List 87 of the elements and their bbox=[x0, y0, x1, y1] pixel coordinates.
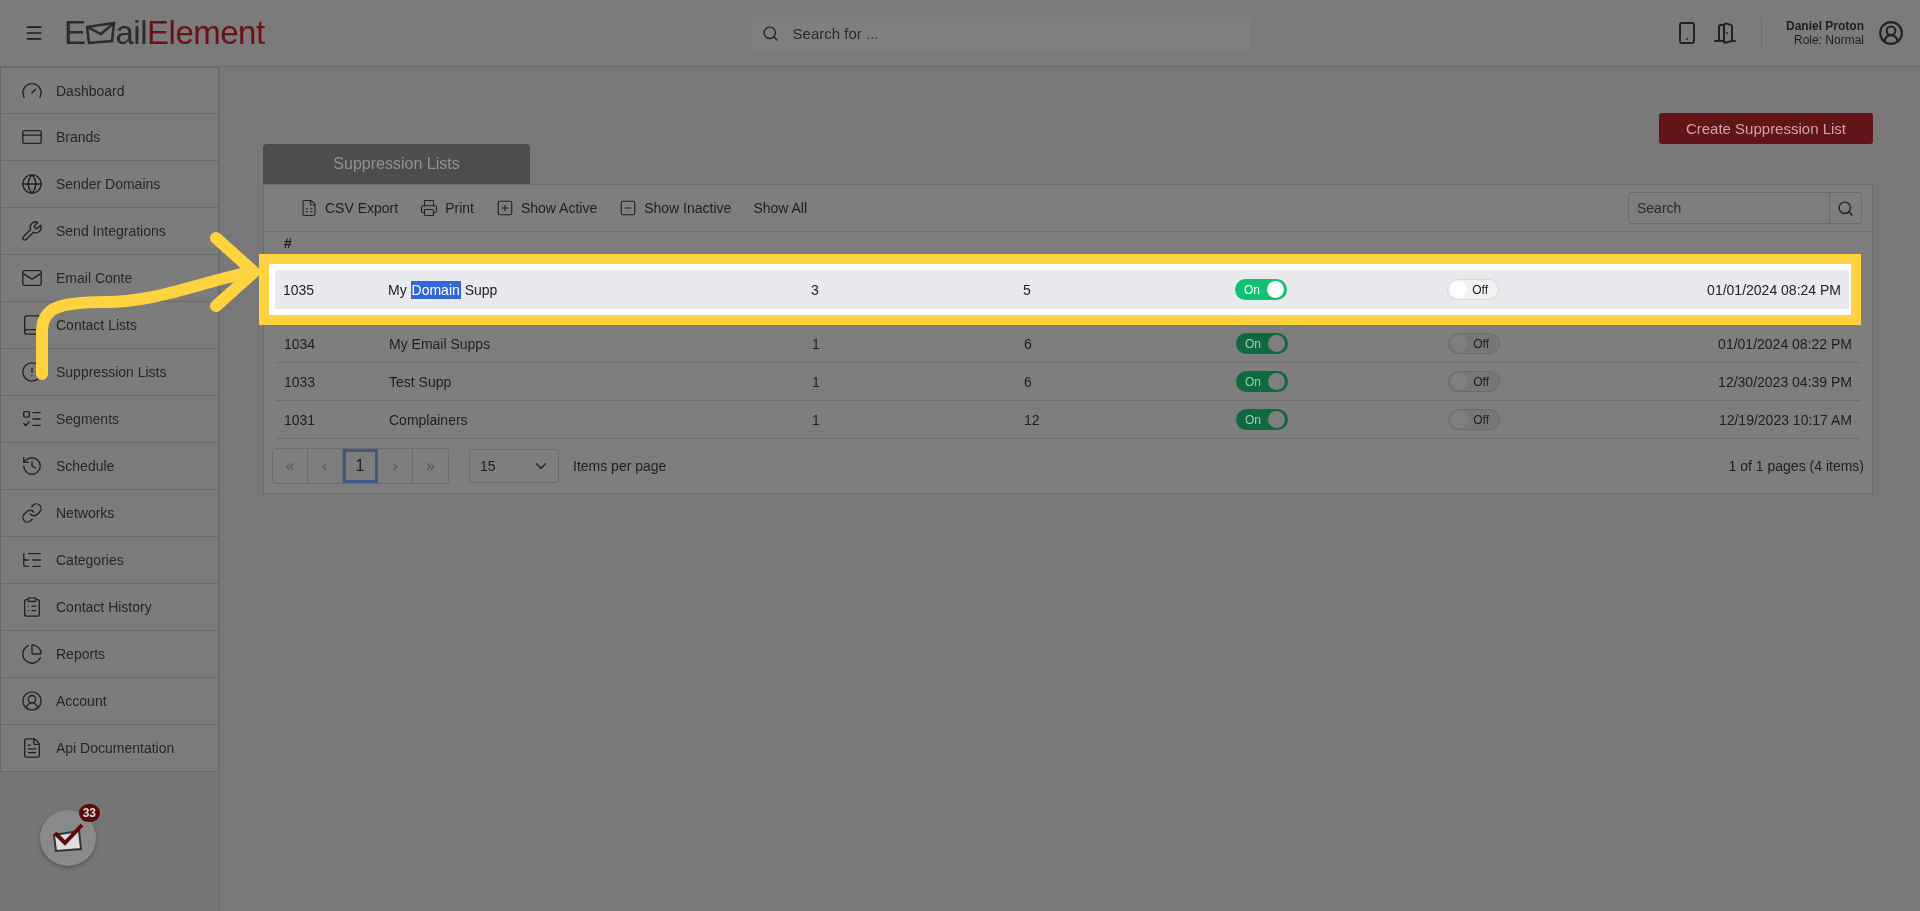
table-cell-text: Test Supp bbox=[389, 373, 453, 390]
column-header: # bbox=[284, 235, 293, 251]
user-role: Role: Normal bbox=[1793, 33, 1864, 47]
menu-icon[interactable] bbox=[24, 23, 44, 43]
sidebar-item[interactable]: Sender Domains bbox=[0, 161, 219, 208]
sidebar-item[interactable]: Api Documentation bbox=[0, 725, 219, 772]
logo: E ailElement bbox=[64, 14, 265, 52]
envelope-check-icon bbox=[51, 823, 85, 853]
sidebar-item[interactable]: Dashboard bbox=[0, 67, 219, 114]
sidebar-item[interactable]: Segments bbox=[0, 396, 219, 443]
spreadsheet-icon bbox=[300, 199, 318, 217]
sidebar-item[interactable]: Schedule bbox=[0, 443, 219, 490]
book-icon bbox=[21, 314, 43, 336]
table-row[interactable]: 1033 Test Supp 1 6 On Off 12/30/2023 04:39 PM bbox=[276, 363, 1860, 401]
table-cell-text: 6 bbox=[1024, 335, 1033, 352]
toggle-switch[interactable]: On bbox=[1235, 279, 1287, 300]
toggle-switch[interactable]: Off bbox=[1448, 333, 1500, 354]
envelope-icon bbox=[21, 267, 43, 289]
table-cell: 12/19/2023 10:17 AM bbox=[1718, 411, 1852, 428]
table-cell-text: 3 bbox=[811, 281, 820, 298]
user-name: Daniel Proton bbox=[1786, 19, 1864, 33]
clock-icon bbox=[21, 455, 43, 477]
table-cell-text: 1031 bbox=[284, 411, 317, 428]
user-circle-icon bbox=[21, 690, 43, 712]
search-icon bbox=[1837, 199, 1854, 217]
toggle-switch[interactable]: Off bbox=[1448, 371, 1500, 392]
plus-square-icon bbox=[495, 199, 514, 217]
mail-floating-button[interactable] bbox=[40, 810, 96, 866]
avatar-icon[interactable] bbox=[1878, 20, 1904, 46]
notification-badge: 33 bbox=[78, 804, 100, 822]
create-list-button[interactable]: Create Suppression List bbox=[1658, 113, 1873, 144]
sidebar-item[interactable]: Brands bbox=[0, 114, 219, 161]
toggle-switch[interactable]: Off bbox=[1448, 409, 1500, 430]
sidebar-item[interactable]: Account bbox=[0, 678, 219, 725]
exit-door-icon[interactable] bbox=[1713, 21, 1737, 45]
table-cell-text: My Email Supps bbox=[389, 335, 492, 352]
toggle-switch[interactable]: On bbox=[1236, 371, 1288, 392]
toolbar-button[interactable]: Show Active bbox=[495, 199, 598, 217]
toolbar-button[interactable]: Show Inactive bbox=[619, 199, 732, 217]
table-cell: 01/01/2024 08:22 PM bbox=[1718, 335, 1852, 352]
wrench-icon bbox=[21, 220, 43, 242]
table-cell-text: 5 bbox=[1023, 281, 1032, 298]
toggle-switch[interactable]: On bbox=[1236, 333, 1288, 354]
table-cell-text: 1035 bbox=[283, 281, 316, 298]
table-cell-text: 1034 bbox=[284, 335, 317, 352]
table-row[interactable]: 1035 My Domain Supp 3 5 On Off 01/01/2024 08:24 PM bbox=[275, 270, 1849, 309]
table-cell-text: 1 bbox=[812, 411, 821, 428]
minus-square-icon bbox=[619, 199, 638, 217]
table-cell-text: 1 bbox=[812, 335, 821, 352]
link-icon bbox=[21, 502, 43, 524]
sidebar-item[interactable]: Networks bbox=[0, 490, 219, 537]
sidebar-item[interactable]: Suppression Lists bbox=[0, 349, 219, 396]
pagination-button[interactable]: 1 bbox=[343, 449, 378, 483]
table-row[interactable]: 1034 My Email Supps 1 6 On Off 01/01/2024 08:22 PM bbox=[276, 325, 1860, 363]
table-cell-text: 1033 bbox=[284, 373, 317, 390]
pie-chart-icon bbox=[21, 643, 43, 665]
table-row[interactable]: 1031 Complainers 1 12 On Off 12/19/2023 10:17 AM bbox=[276, 401, 1860, 439]
table-cell-text: 12 bbox=[1024, 411, 1041, 428]
envelope-icon bbox=[85, 21, 116, 45]
table-cell-text: 1 bbox=[812, 373, 821, 390]
page-size-label: Items per page bbox=[573, 458, 667, 474]
sidebar-item[interactable]: Categories bbox=[0, 537, 219, 584]
tab[interactable]: Suppression Lists bbox=[263, 144, 530, 184]
search-input[interactable]: Search for ... bbox=[790, 23, 1240, 43]
toggle-switch[interactable]: On bbox=[1236, 409, 1288, 430]
table-search-bar[interactable]: Search bbox=[1628, 192, 1862, 224]
table-search-input[interactable]: Search bbox=[1629, 193, 1829, 223]
sidebar-item[interactable]: Send Integrations bbox=[0, 208, 219, 255]
pagination-summary: 1 of 1 pages (4 items) bbox=[1728, 458, 1864, 474]
table-cell-text: Complainers bbox=[389, 411, 469, 428]
document-icon bbox=[21, 737, 43, 759]
table-cell: 12/30/2023 04:39 PM bbox=[1718, 373, 1852, 390]
toolbar-button[interactable]: Show All bbox=[753, 200, 808, 216]
globe-icon bbox=[21, 173, 43, 195]
search-bar[interactable]: Search for ... bbox=[751, 16, 1250, 50]
toggle-switch[interactable]: Off bbox=[1447, 279, 1499, 300]
search-icon bbox=[761, 24, 779, 42]
page-size-select[interactable]: 15 bbox=[469, 449, 559, 483]
table-cell-text: My Domain Supp bbox=[388, 281, 499, 298]
toolbar-button[interactable]: CSV Export bbox=[300, 199, 399, 217]
printer-icon bbox=[420, 199, 439, 217]
sidebar-item[interactable]: Contact History bbox=[0, 584, 219, 631]
sidebar-item[interactable]: Reports bbox=[0, 631, 219, 678]
table-cell: 01/01/2024 08:24 PM bbox=[1707, 281, 1841, 298]
toolbar-button[interactable]: Print bbox=[420, 199, 474, 217]
clipboard-icon bbox=[21, 596, 43, 618]
table-cell-text: 6 bbox=[1024, 373, 1033, 390]
